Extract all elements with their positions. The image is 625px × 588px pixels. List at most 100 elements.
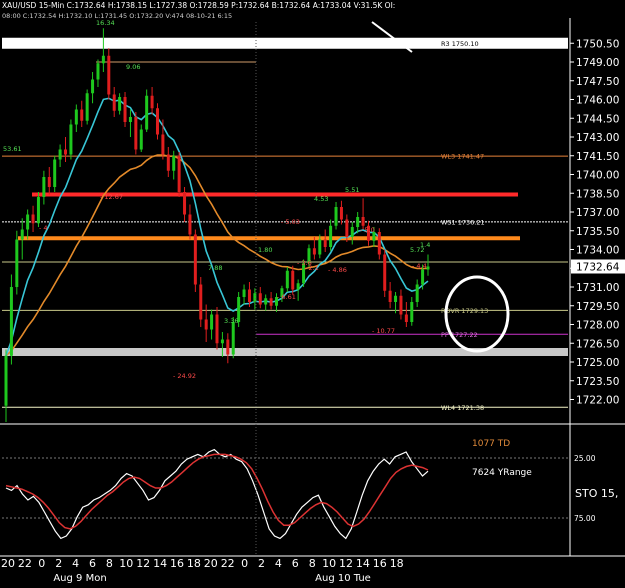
time-tick-label: 14 xyxy=(356,557,370,570)
time-tick-label: 6 xyxy=(292,557,299,570)
swing-annotation: - 24.92 xyxy=(173,372,196,380)
candle-body xyxy=(150,95,154,109)
candle-body xyxy=(426,266,430,270)
candle-body xyxy=(199,284,203,320)
chart-root: R3 1750.10 WL3 1741.47 WS1 1736.21 RDVR 172… xyxy=(0,0,625,584)
candle-body xyxy=(80,109,84,121)
swing-annotation: 1.80 xyxy=(258,246,272,254)
price-tick-label: 1744.50 xyxy=(576,113,619,125)
candle-body xyxy=(145,95,149,130)
candle-body xyxy=(220,339,224,344)
candle-body xyxy=(394,295,398,302)
osc-label-yrange: 7624 YRange xyxy=(472,468,532,478)
candle-body xyxy=(128,117,132,122)
date-label-2: Aug 10 Tue xyxy=(315,573,371,584)
candle-body xyxy=(85,93,89,121)
candle-body xyxy=(291,270,295,290)
candle-body xyxy=(226,339,230,355)
time-tick-label: 4 xyxy=(275,557,282,570)
price-tick-label: 1723.50 xyxy=(576,376,619,388)
time-tick-label: 16 xyxy=(170,557,184,570)
candle-body xyxy=(329,225,333,247)
swing-annotation: 9.06 xyxy=(126,63,140,71)
time-tick-label: 0 xyxy=(241,557,248,570)
candle-body xyxy=(399,295,403,315)
swing-annotation: - 12.67 xyxy=(100,193,123,201)
swing-annotation: 1.4 xyxy=(420,241,430,249)
candle-body xyxy=(215,314,219,344)
time-tick-label: 10 xyxy=(119,557,133,570)
candle-body xyxy=(58,149,62,160)
candle-body xyxy=(188,214,192,235)
ohlc-readout-secondary: 08:00 C:1732.54 H:1732.10 L:1731.45 O:17… xyxy=(2,12,233,20)
candle-body xyxy=(36,197,40,224)
candle-body xyxy=(123,97,127,122)
candle-body xyxy=(20,229,24,240)
last-price-label: 1732.64 xyxy=(576,262,620,274)
candle-body xyxy=(134,117,138,150)
price-tick-label: 1729.50 xyxy=(576,301,619,313)
candle-body xyxy=(177,155,181,192)
time-tick-label: 2 xyxy=(258,557,265,570)
osc-tick-label: 75.00 xyxy=(574,514,596,523)
swing-annotation: 5.51 xyxy=(345,186,359,194)
swing-annotation: 4.53 xyxy=(314,195,328,203)
price-tick-label: 1722.00 xyxy=(576,395,619,407)
price-tick-label: 1738.50 xyxy=(576,188,619,200)
level-label: WL4 1721.38 xyxy=(441,404,484,412)
candle-body xyxy=(193,234,197,285)
candle-body xyxy=(172,155,176,171)
candle-body xyxy=(91,79,95,94)
price-tick-label: 1740.00 xyxy=(576,170,619,182)
candle-body xyxy=(421,269,425,285)
candle-body xyxy=(383,254,387,291)
candle-body xyxy=(166,154,170,171)
swing-annotation: - 4.86 xyxy=(328,266,347,274)
time-tick-label: 12 xyxy=(136,557,150,570)
time-tick-label: 14 xyxy=(153,557,167,570)
time-tick-label: 6 xyxy=(89,557,96,570)
price-tick-label: 1747.50 xyxy=(576,76,619,88)
candle-body xyxy=(404,314,408,322)
candle-body xyxy=(334,207,338,226)
time-tick-label: 12 xyxy=(339,557,353,570)
candle-body xyxy=(101,55,105,64)
time-tick-label: 22 xyxy=(221,557,235,570)
candle-body xyxy=(296,283,300,290)
candle-body xyxy=(253,293,257,302)
time-tick-label: 18 xyxy=(187,557,201,570)
swing-annotation: - 4 xyxy=(39,224,48,232)
candle-body xyxy=(139,129,143,150)
swing-annotation: - 2.1 xyxy=(304,264,319,272)
candle-body xyxy=(15,239,19,287)
level-label: WL3 1741.47 xyxy=(441,153,484,161)
swing-annotation: 3.36 xyxy=(224,317,238,325)
candle-body xyxy=(96,63,100,80)
price-tick-label: 1737.00 xyxy=(576,207,619,219)
swing-annotation: - 6.61 xyxy=(277,293,296,301)
candle-body xyxy=(9,287,13,356)
candle-body xyxy=(74,109,78,125)
time-tick-label: 16 xyxy=(373,557,387,570)
candle-body xyxy=(4,355,8,406)
candle-body xyxy=(415,284,419,302)
candle-body xyxy=(264,298,268,305)
candle-body xyxy=(231,322,235,355)
candle-body xyxy=(42,177,46,197)
ohlc-readout: C:1732.64 H:1738.15 L:1727.38 O:1728.59 … xyxy=(66,1,396,10)
candle-body xyxy=(69,124,73,155)
time-tick-label: 20 xyxy=(1,557,15,570)
time-tick-label: 22 xyxy=(18,557,32,570)
swing-annotation: - 10.77 xyxy=(372,327,395,335)
chart-svg: R3 1750.10 WL3 1741.47 WS1 1736.21 RDVR 172… xyxy=(0,0,625,584)
time-tick-label: 20 xyxy=(204,557,218,570)
candle-body xyxy=(388,290,392,302)
swing-annotation: - 5.0 xyxy=(360,226,375,234)
candle-body xyxy=(26,214,30,230)
time-tick-label: 2 xyxy=(55,557,62,570)
candle-body xyxy=(269,298,273,306)
price-tick-label: 1743.00 xyxy=(576,132,619,144)
candle-body xyxy=(247,289,251,302)
level-label: RDVR 1729.13 xyxy=(441,307,488,315)
timeframe-label: 15-Min xyxy=(38,1,65,10)
